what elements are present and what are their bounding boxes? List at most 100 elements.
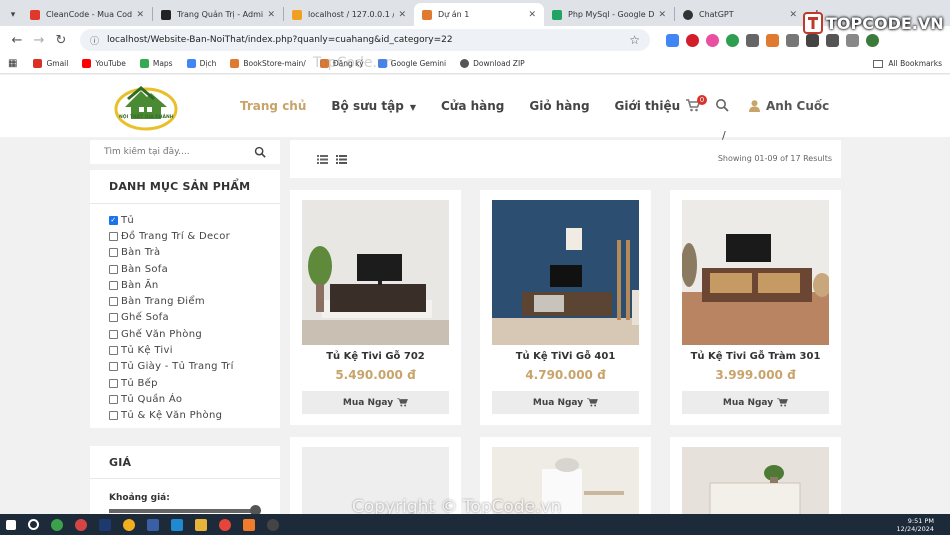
checkbox[interactable] — [109, 313, 118, 323]
checkbox[interactable] — [109, 280, 118, 290]
browser-tab[interactable]: ChatGPT ✕ — [675, 3, 805, 26]
product-image[interactable] — [682, 200, 829, 345]
category-item[interactable]: Tủ Giày - Tủ Trang Trí — [109, 359, 261, 375]
close-icon[interactable]: ✕ — [398, 10, 406, 20]
category-item[interactable]: Bàn Trà — [109, 245, 261, 261]
checkbox[interactable] — [109, 297, 118, 307]
address-bar[interactable]: ⓘ localhost/Website-Ban-NoiThat/index.ph… — [80, 29, 650, 51]
menu-icon[interactable] — [806, 33, 819, 47]
category-item[interactable]: Tủ Quần Áo — [109, 391, 261, 407]
bookmark-bookstore[interactable]: BookStore-main/ — [230, 59, 306, 68]
opera-icon[interactable] — [686, 33, 699, 47]
file-explorer-icon[interactable] — [195, 518, 207, 531]
buy-now-button[interactable]: Mua Ngay — [302, 391, 449, 414]
bookmark-star-icon[interactable]: ☆ — [629, 33, 640, 47]
product-card[interactable] — [670, 437, 841, 515]
checkbox[interactable] — [109, 346, 118, 356]
extension-icon[interactable] — [746, 33, 759, 47]
category-item[interactable]: Đồ Trang Trí & Decor — [109, 228, 261, 244]
category-item[interactable]: Bàn Trang Điểm — [109, 293, 261, 309]
profile-avatar-icon[interactable] — [866, 33, 879, 47]
product-image[interactable] — [492, 200, 639, 345]
close-icon[interactable]: ✕ — [267, 10, 275, 20]
nav-cart[interactable]: Giỏ hàng — [529, 99, 589, 113]
category-item[interactable]: Bàn Ăn — [109, 277, 261, 293]
product-card[interactable]: Tủ Kệ Tivi Gỗ 702 5.490.000 đ Mua Ngay — [290, 190, 461, 425]
checkbox[interactable] — [109, 362, 118, 372]
all-bookmarks[interactable]: All Bookmarks — [873, 59, 942, 68]
category-item[interactable]: ✓ Tủ — [109, 212, 261, 228]
checkbox-checked[interactable]: ✓ — [109, 215, 118, 225]
extension-icon[interactable] — [766, 33, 779, 47]
bookmark-gmail[interactable]: Gmail — [33, 59, 68, 68]
app-icon[interactable] — [75, 518, 87, 531]
forward-icon[interactable]: → — [28, 33, 50, 48]
close-icon[interactable]: ✕ — [658, 10, 666, 20]
checkbox[interactable] — [109, 264, 118, 274]
category-item[interactable]: Tủ Kệ Tivi — [109, 342, 261, 358]
taskbar-clock[interactable]: 9:51 PM 12/24/2024 — [897, 517, 934, 533]
category-item[interactable]: Tủ & Kệ Văn Phòng — [109, 408, 261, 424]
extension-icon[interactable] — [706, 33, 719, 47]
checkbox[interactable] — [109, 394, 118, 404]
windows-start-icon[interactable] — [6, 519, 16, 530]
app-icon[interactable] — [267, 518, 279, 531]
browser-tab[interactable]: CleanCode - Mua Code trực✕ — [22, 3, 152, 26]
xampp-icon[interactable] — [243, 518, 255, 531]
product-image[interactable] — [682, 447, 829, 515]
checkbox[interactable] — [109, 248, 118, 258]
tab-search-icon[interactable]: ▾ — [4, 4, 22, 26]
buy-now-button[interactable]: Mua Ngay — [492, 391, 639, 414]
close-icon[interactable]: ✕ — [789, 10, 797, 20]
download-icon[interactable] — [826, 33, 839, 47]
product-name[interactable]: Tủ Kệ Tivi Gỗ Tràm 301 — [670, 351, 841, 362]
category-item[interactable]: Tủ Bếp — [109, 375, 261, 391]
extensions-puzzle-icon[interactable] — [786, 33, 799, 47]
nav-about[interactable]: Giới thiệu — [615, 99, 681, 113]
buy-now-button[interactable]: Mua Ngay — [682, 391, 829, 414]
checkbox[interactable] — [109, 378, 118, 388]
app-icon[interactable] — [147, 518, 159, 531]
product-card[interactable]: Tủ Kệ Tivi Gỗ Tràm 301 3.999.000 đ Mua N… — [670, 190, 841, 425]
site-info-icon[interactable]: ⓘ — [90, 34, 99, 47]
product-name[interactable]: Tủ Kệ Tivi Gỗ 702 — [290, 351, 461, 362]
list-view-icon[interactable] — [336, 155, 347, 164]
checkbox[interactable] — [109, 411, 118, 421]
checkbox[interactable] — [109, 231, 118, 241]
bookmark-download-zip[interactable]: Download ZIP — [460, 59, 525, 68]
app-icon[interactable] — [51, 518, 63, 531]
browser-tab[interactable]: Php MySql - Google Drive✕ — [544, 3, 674, 26]
nav-home[interactable]: Trang chủ — [240, 99, 306, 113]
vscode-icon[interactable] — [171, 518, 183, 531]
bookmark-translate[interactable]: Dịch — [186, 59, 216, 68]
nav-shop[interactable]: Cửa hàng — [441, 99, 504, 113]
url-text[interactable]: localhost/Website-Ban-NoiThat/index.php?… — [107, 35, 629, 45]
photoshop-icon[interactable] — [99, 518, 111, 531]
grid-view-icon[interactable] — [317, 155, 328, 164]
back-icon[interactable]: ← — [6, 33, 28, 48]
search-icon[interactable] — [715, 98, 729, 112]
category-item[interactable]: Bàn Sofa — [109, 261, 261, 277]
apps-icon[interactable]: ▦ — [8, 58, 17, 69]
extension-icon[interactable] — [726, 33, 739, 47]
browser-tab[interactable]: Trang Quản Trị - Admin ✕ — [153, 3, 283, 26]
checkbox[interactable] — [109, 329, 118, 339]
search-icon[interactable] — [254, 146, 266, 158]
user-account[interactable]: Anh Cuốc — [749, 99, 829, 113]
bookmark-maps[interactable]: Maps — [139, 59, 173, 68]
translate-icon[interactable] — [666, 33, 679, 47]
chrome-icon[interactable] — [219, 518, 231, 531]
product-card[interactable]: Tủ Kệ TiVi Gỗ 401 4.790.000 đ Mua Ngay — [480, 190, 651, 425]
close-icon[interactable]: ✕ — [136, 10, 144, 20]
search-input[interactable] — [104, 147, 254, 157]
price-slider-track[interactable] — [109, 509, 257, 513]
reload-icon[interactable]: ↻ — [50, 33, 72, 48]
browser-tab[interactable]: localhost / 127.0.0.1 / lid / u ✕ — [284, 3, 414, 26]
product-name[interactable]: Tủ Kệ TiVi Gỗ 401 — [480, 351, 651, 362]
browser-tab-active[interactable]: Dự án 1 ✕ — [414, 3, 544, 26]
sidebar-icon[interactable] — [846, 33, 859, 47]
search-icon[interactable] — [28, 519, 39, 530]
product-image[interactable] — [302, 200, 449, 345]
category-item[interactable]: Ghế Văn Phòng — [109, 326, 261, 342]
bookmark-youtube[interactable]: YouTube — [82, 59, 126, 68]
